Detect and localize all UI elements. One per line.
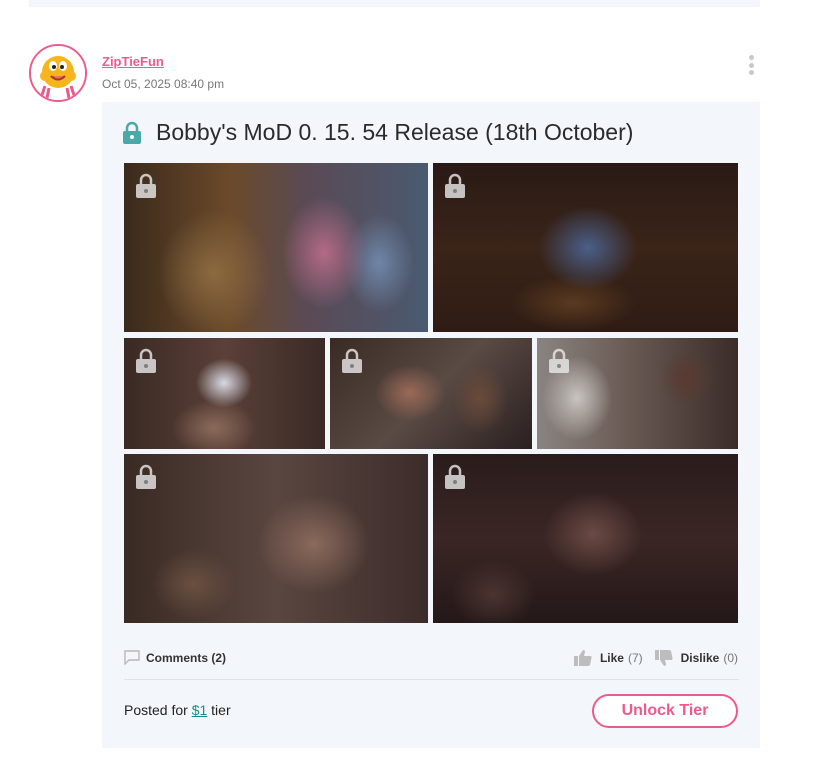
- post-title: Bobby's MoD 0. 15. 54 Release (18th Octo…: [156, 119, 634, 145]
- locked-image-4[interactable]: [330, 338, 532, 449]
- lock-icon: [123, 121, 141, 144]
- post-date: Oct 05, 2025 08:40 pm: [102, 77, 225, 91]
- post-menu-button[interactable]: [745, 55, 757, 77]
- posted-suffix: tier: [207, 702, 231, 718]
- posted-prefix: Posted for: [124, 702, 192, 718]
- lock-icon: [136, 348, 156, 373]
- avatar-mascot-image: [31, 46, 85, 100]
- reactions: Like (7) Dislike (0): [573, 650, 738, 666]
- locked-image-6[interactable]: [124, 454, 428, 623]
- locked-image-5[interactable]: [537, 338, 738, 449]
- posted-for-tier: Posted for $1 tier: [124, 702, 231, 718]
- unlock-tier-button[interactable]: Unlock Tier: [592, 694, 738, 728]
- dislike-label: Dislike: [680, 651, 720, 665]
- lock-icon: [136, 464, 156, 489]
- locked-image-2[interactable]: [433, 163, 738, 332]
- locked-image-3[interactable]: [124, 338, 325, 449]
- lock-icon: [342, 348, 362, 373]
- lock-icon: [445, 173, 465, 198]
- locked-image-1[interactable]: [124, 163, 428, 332]
- author-name-link[interactable]: ZipTieFun: [102, 54, 164, 69]
- like-button[interactable]: Like (7): [573, 650, 643, 666]
- dislike-count: (0): [723, 651, 738, 665]
- footer-divider: [124, 679, 739, 680]
- comments-label: Comments (2): [146, 650, 227, 665]
- lock-icon: [549, 348, 569, 373]
- previous-post-card: [29, 0, 760, 7]
- author-avatar[interactable]: [29, 44, 87, 102]
- thumbs-up-icon: [573, 650, 592, 666]
- dislike-button[interactable]: Dislike (0): [654, 650, 738, 666]
- like-count: (7): [627, 651, 643, 665]
- thumbs-down-icon: [654, 650, 673, 666]
- comments-button[interactable]: Comments (2): [124, 650, 226, 665]
- post-card: Bobby's MoD 0. 15. 54 Release (18th Octo…: [102, 102, 760, 748]
- lock-icon: [445, 464, 465, 489]
- comment-icon: [124, 650, 140, 665]
- locked-image-7[interactable]: [433, 454, 738, 623]
- more-vertical-icon: [748, 55, 754, 60]
- tier-link[interactable]: $1: [192, 702, 208, 718]
- like-label: Like: [599, 651, 624, 665]
- lock-icon: [136, 173, 156, 198]
